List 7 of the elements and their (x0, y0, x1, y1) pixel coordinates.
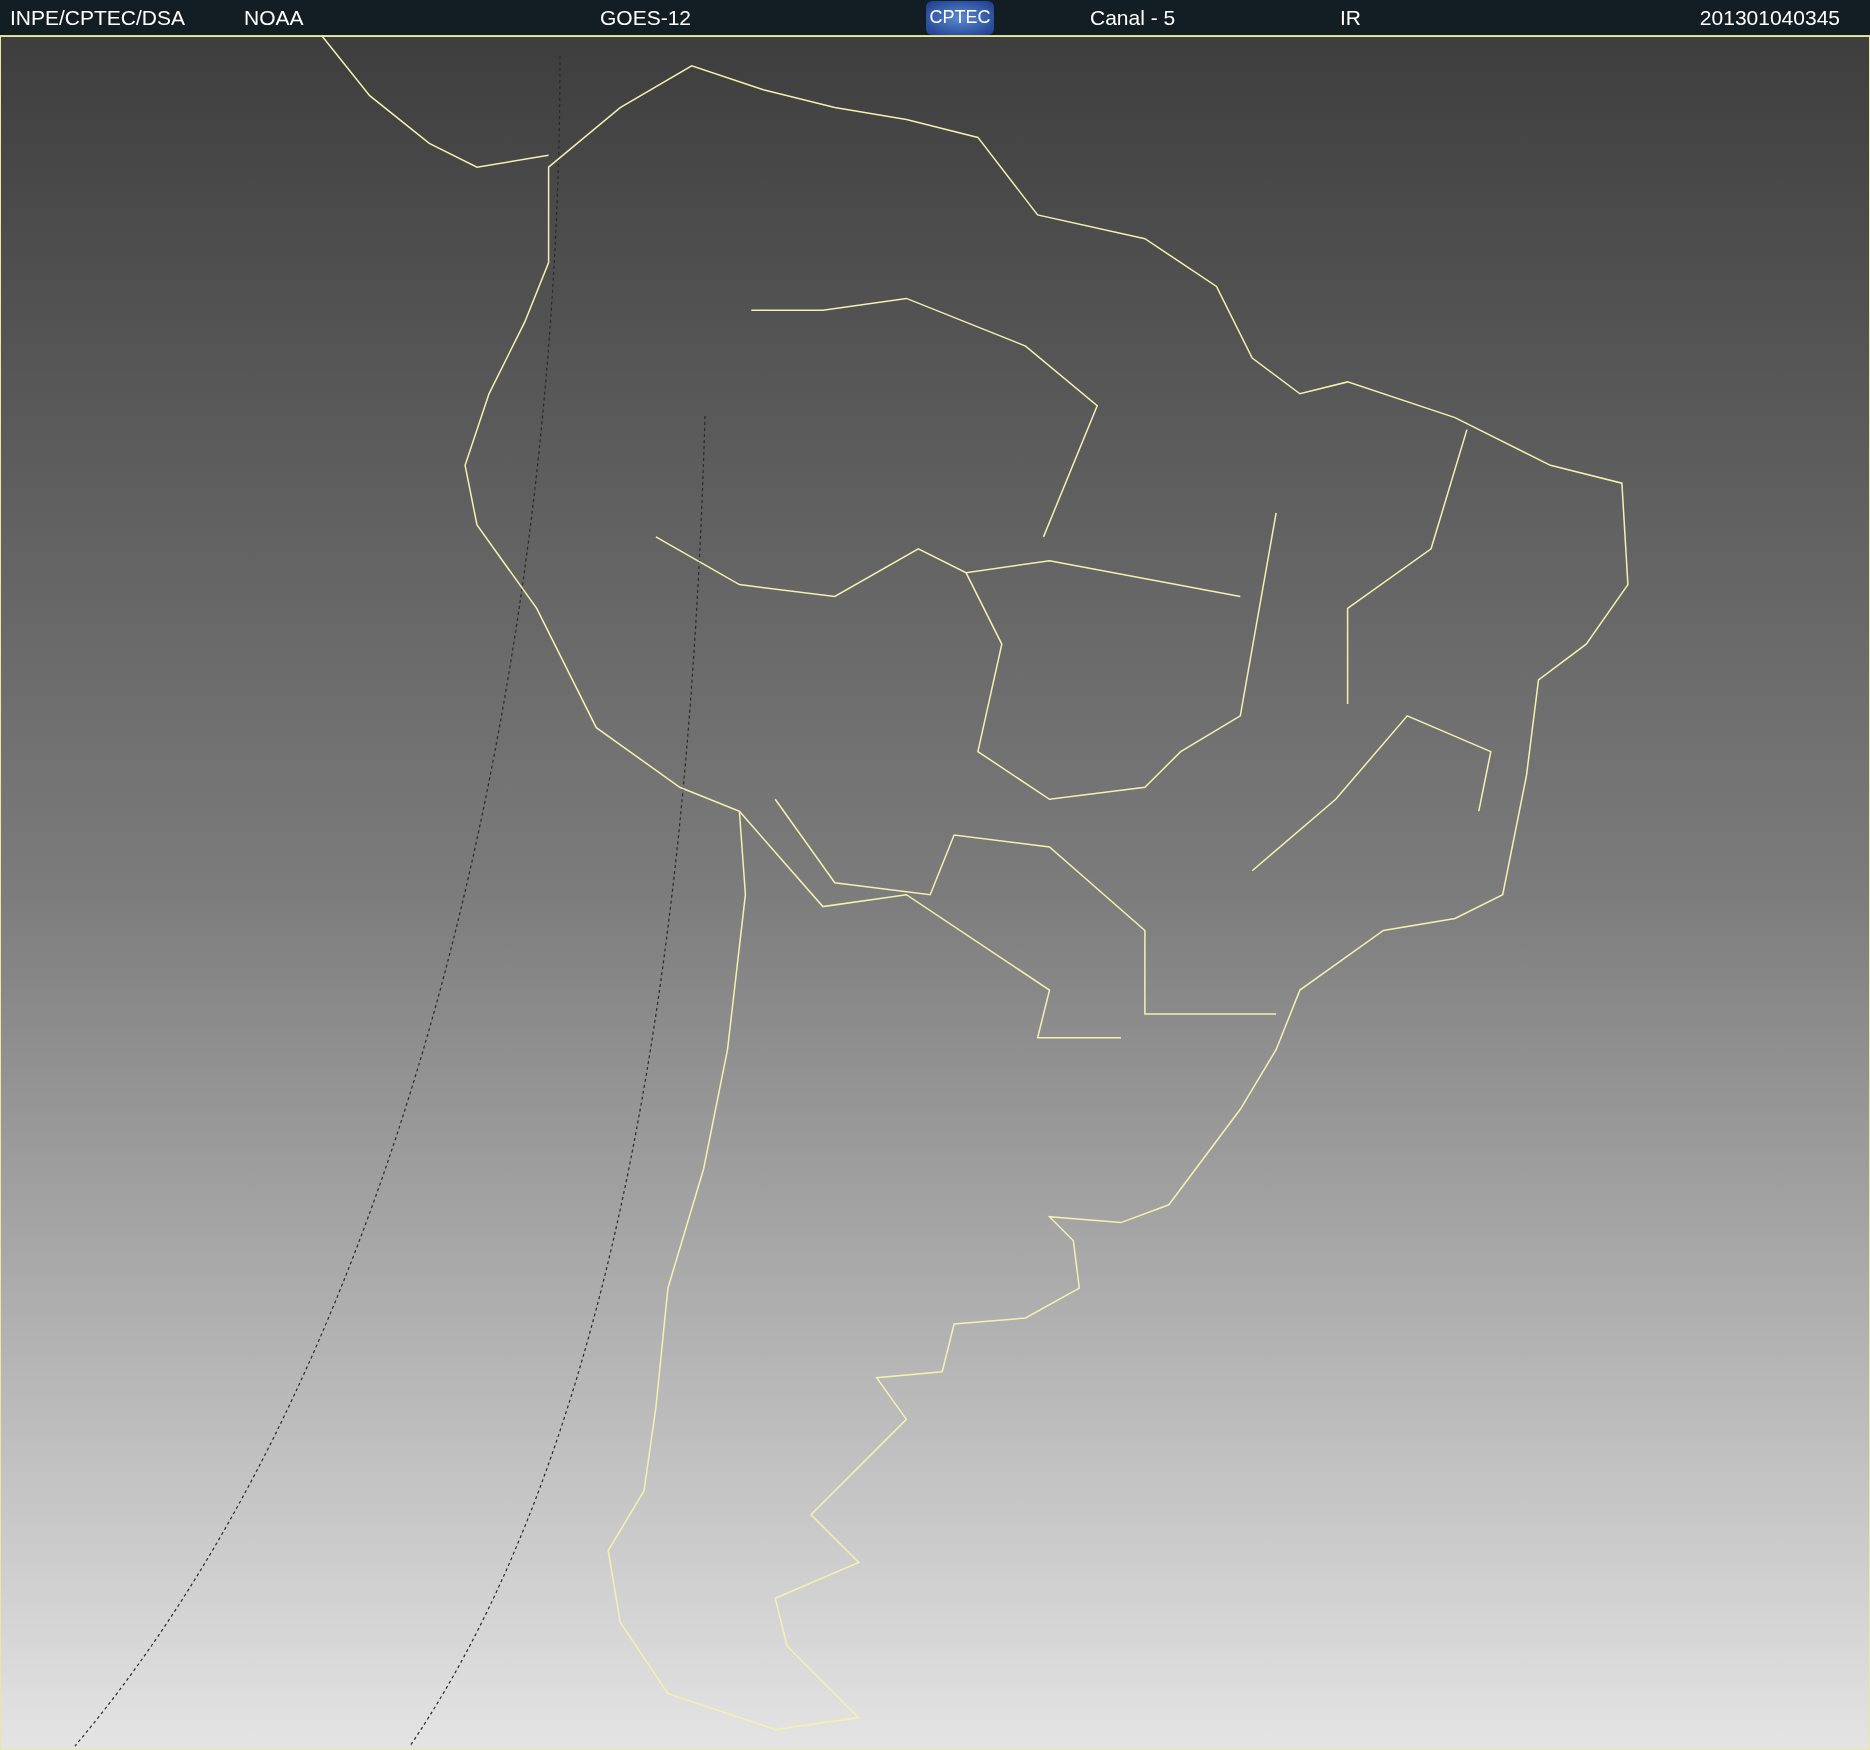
satellite-label: GOES-12 (600, 5, 693, 30)
channel-label: Canal - 5 (1090, 5, 1177, 30)
logo: CPTEC (926, 0, 994, 35)
timestamp-label: 201301040345 (1699, 5, 1840, 30)
agency-label: NOAA (244, 5, 305, 30)
source-label: INPE/CPTEC/DSA (10, 5, 187, 30)
band-label: IR (1340, 5, 1362, 30)
